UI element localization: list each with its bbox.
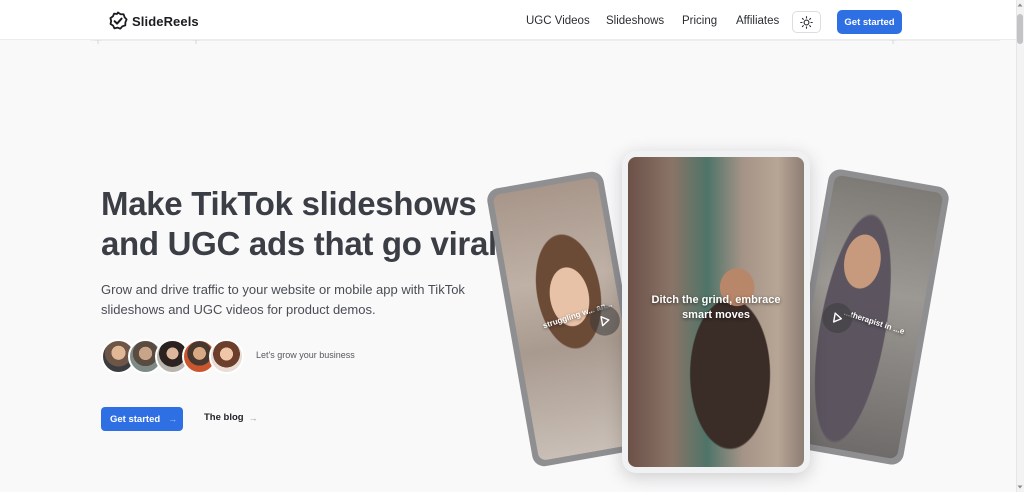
nav-pricing[interactable]: Pricing <box>682 15 717 27</box>
nav-ugc-videos[interactable]: UGC Videos <box>526 15 590 27</box>
blog-link-label: The blog <box>204 412 244 423</box>
sun-icon <box>800 15 813 29</box>
scroll-up-arrow-icon[interactable] <box>1017 2 1023 8</box>
video-thumbnail: struggling w... an... <box>492 176 644 462</box>
hero-get-started-label: Get started <box>110 413 161 425</box>
header-get-started-button[interactable]: Get started <box>837 10 902 34</box>
hero-headline: Make TikTok slideshows and UGC ads that … <box>101 185 497 262</box>
hero-subheadline: Grow and drive traffic to your website o… <box>101 282 465 317</box>
theme-toggle-button[interactable] <box>792 11 821 33</box>
video-card-center[interactable]: Ditch the grind, embrace smart moves <box>622 151 810 473</box>
nav-affiliates[interactable]: Affiliates <box>736 15 779 27</box>
customer-avatars <box>101 339 251 375</box>
arrow-right-icon: → <box>168 414 178 424</box>
nav-slideshows[interactable]: Slideshows <box>606 15 664 27</box>
site-header: SlideReels UGC Videos Slideshows Pricing… <box>0 0 1016 40</box>
blog-link[interactable]: The blog → <box>204 412 258 423</box>
logo-badge-icon <box>109 11 128 30</box>
video-thumbnail: Ditch the grind, embrace smart moves <box>628 157 804 467</box>
arrow-right-icon: → <box>248 412 258 423</box>
play-icon[interactable] <box>820 300 855 336</box>
video-thumbnail: ...therapist in ...e <box>788 174 944 460</box>
page-scrollbar[interactable] <box>1016 0 1024 492</box>
brand-logo[interactable]: SlideReels <box>108 11 199 31</box>
avatar-caption: Let's grow your business <box>256 350 355 360</box>
brand-name: SlideReels <box>132 13 199 29</box>
avatar <box>209 339 244 374</box>
hero-get-started-button[interactable]: Get started → <box>101 407 183 431</box>
video-caption: Ditch the grind, embrace smart moves <box>651 294 781 321</box>
scroll-down-arrow-icon[interactable] <box>1017 484 1023 490</box>
scrollbar-thumb[interactable] <box>1017 14 1023 44</box>
